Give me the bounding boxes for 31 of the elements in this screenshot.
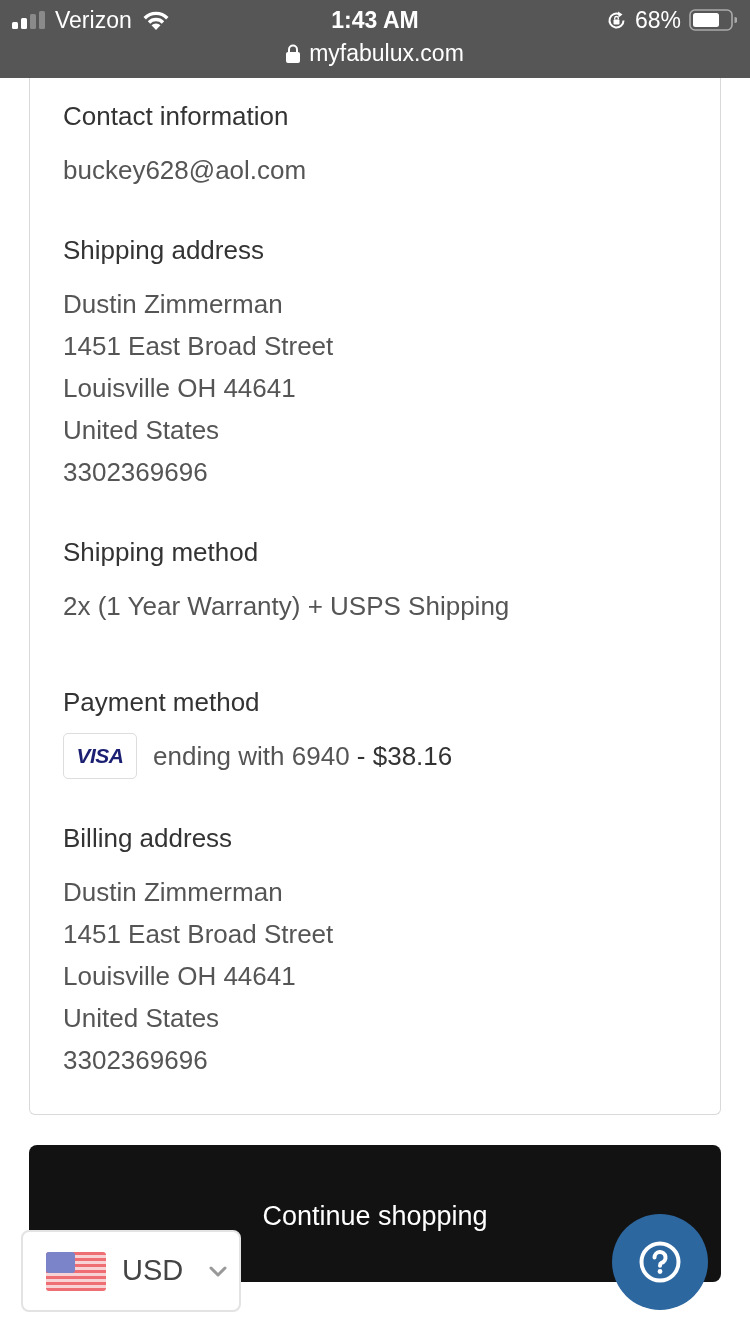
flag-icon (46, 1251, 106, 1291)
detail-line: Louisville OH 44641 (63, 960, 297, 993)
section-heading: Shipping address (63, 234, 265, 267)
detail-line: 1451 East Broad Street (63, 918, 335, 951)
url-text: myfabulux.com (309, 38, 464, 68)
section-heading: Shipping method (63, 536, 260, 569)
detail-line: Dustin Zimmerman (63, 288, 284, 321)
detail-line: 1451 East Broad Street (63, 330, 335, 363)
detail-line: Louisville OH 44641 (63, 372, 297, 405)
section-heading: Payment method (63, 686, 261, 719)
lock-icon (286, 43, 301, 63)
carrier-name: Verizon (55, 5, 132, 35)
card-brand-logo: VISA (63, 733, 137, 779)
section-heading: Billing address (63, 822, 234, 855)
detail-line: 3302369696 (63, 456, 209, 489)
battery-icon (689, 9, 737, 31)
currency-selector[interactable]: USD (21, 1230, 241, 1312)
chevron-down-icon (209, 1265, 228, 1277)
battery-percent: 68% (634, 5, 681, 35)
detail-line: United States (63, 1002, 221, 1035)
signal-icon (12, 11, 45, 29)
detail-line: 2x (1 Year Warranty) + USPS Shipping (63, 590, 511, 623)
clock-time: 1:43 AM (331, 5, 419, 35)
detail-line: Dustin Zimmerman (63, 876, 284, 909)
detail-line: 3302369696 (63, 1044, 209, 1077)
help-icon (639, 1241, 681, 1283)
wifi-icon (141, 10, 170, 30)
detail-line: buckey628@aol.com (63, 154, 308, 187)
detail-line: United States (63, 414, 221, 447)
payment-detail: ending with 6940 - $38.16 (153, 740, 453, 773)
section-heading: Contact information (63, 100, 290, 133)
